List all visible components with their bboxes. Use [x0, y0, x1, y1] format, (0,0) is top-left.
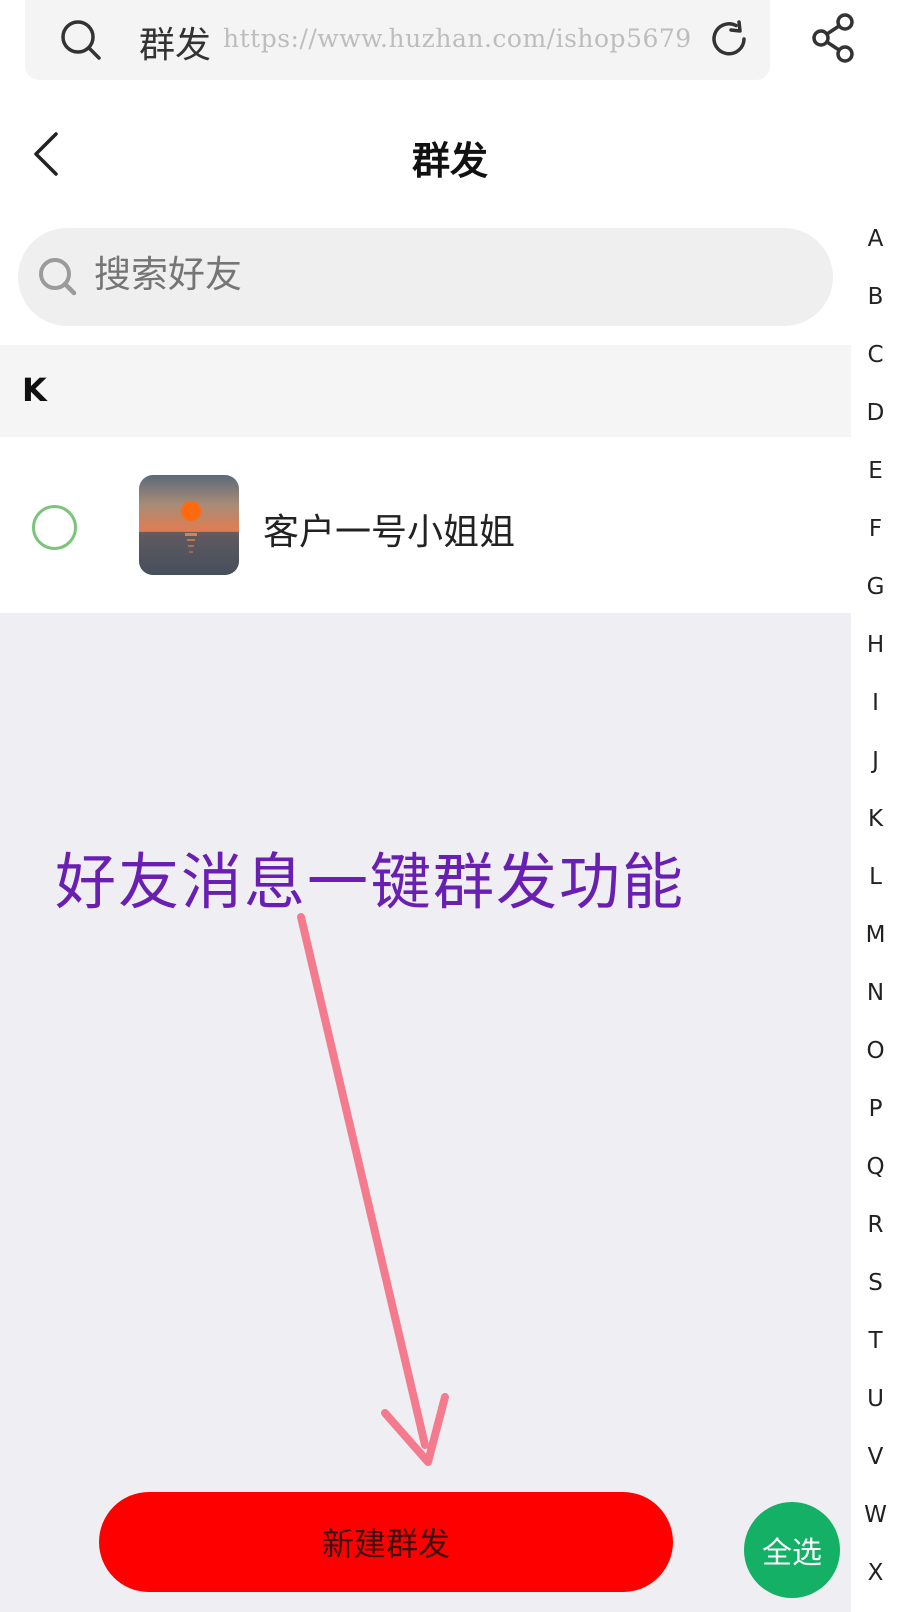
watermark-url: https://www.huzhan.com/ishop5679 [223, 24, 692, 53]
alphabet-letter-l[interactable]: L [851, 864, 900, 890]
browser-toolbar: 群发 https://www.huzhan.com/ishop5679 [0, 0, 900, 101]
empty-list-area [0, 613, 851, 1612]
alphabet-letter-h[interactable]: H [851, 632, 900, 658]
search-icon[interactable] [59, 18, 103, 62]
alphabet-letter-a[interactable]: A [851, 226, 900, 252]
alphabet-letter-e[interactable]: E [851, 458, 900, 484]
select-all-button[interactable]: 全选 [744, 1502, 840, 1598]
alphabet-letter-k[interactable]: K [851, 806, 900, 832]
alphabet-letter-g[interactable]: G [851, 574, 900, 600]
section-header: K [0, 345, 851, 437]
alphabet-letter-t[interactable]: T [851, 1328, 900, 1354]
section-letter: K [22, 371, 47, 409]
contact-name: 客户一号小姐姐 [263, 512, 516, 553]
alphabet-letter-w[interactable]: W [851, 1502, 900, 1528]
contact-select-checkbox[interactable] [32, 505, 77, 550]
annotation-text: 好友消息一键群发功能 [55, 847, 686, 918]
alphabet-letter-q[interactable]: Q [851, 1154, 900, 1180]
contact-row[interactable]: 客户一号小姐姐 [0, 437, 851, 613]
share-icon[interactable] [810, 12, 856, 64]
avatar [139, 475, 239, 575]
alphabet-letter-v[interactable]: V [851, 1444, 900, 1470]
alphabet-letter-o[interactable]: O [851, 1038, 900, 1064]
new-broadcast-button[interactable]: 新建群发 [99, 1492, 673, 1592]
alphabet-letter-b[interactable]: B [851, 284, 900, 310]
search-icon [39, 258, 77, 296]
alphabet-letter-m[interactable]: M [851, 922, 900, 948]
alphabet-letter-r[interactable]: R [851, 1212, 900, 1238]
alphabet-letter-d[interactable]: D [851, 400, 900, 426]
friend-search-box[interactable] [18, 228, 833, 326]
alphabet-index[interactable]: A B C D E F G H I J K L M N O P Q R S T U V W X [851, 200, 900, 1612]
address-bar[interactable]: 群发 https://www.huzhan.com/ishop5679 [25, 0, 770, 80]
alphabet-letter-c[interactable]: C [851, 342, 900, 368]
alphabet-letter-x[interactable]: X [851, 1560, 900, 1586]
nav-header: 群发 [0, 100, 900, 210]
alphabet-letter-u[interactable]: U [851, 1386, 900, 1412]
alphabet-letter-s[interactable]: S [851, 1270, 900, 1296]
alphabet-letter-j[interactable]: J [851, 748, 900, 774]
alphabet-letter-f[interactable]: F [851, 516, 900, 542]
alphabet-letter-n[interactable]: N [851, 980, 900, 1006]
friend-search-input[interactable] [92, 252, 656, 297]
refresh-icon[interactable] [706, 16, 752, 62]
address-bar-title: 群发 [139, 25, 212, 66]
alphabet-letter-p[interactable]: P [851, 1096, 900, 1122]
alphabet-letter-i[interactable]: I [851, 690, 900, 716]
page-title: 群发 [411, 139, 488, 183]
